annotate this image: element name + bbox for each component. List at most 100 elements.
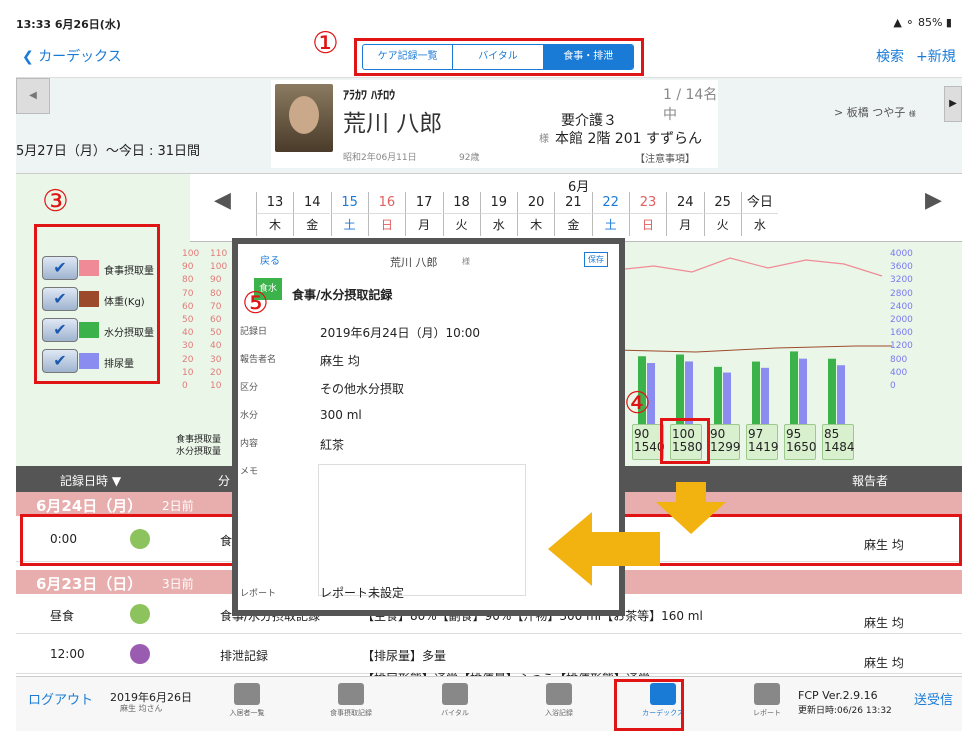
date-weekday: 金 bbox=[293, 214, 330, 236]
legend-item[interactable]: ✔ 食事摂取量 bbox=[42, 256, 162, 282]
date-column[interactable]: 16 日 bbox=[367, 192, 405, 236]
date-column[interactable]: 25 火 bbox=[703, 192, 741, 236]
axis-tick: 60 bbox=[182, 301, 194, 312]
legend-swatch bbox=[79, 291, 99, 307]
legend-swatch bbox=[79, 260, 99, 276]
modal-field: 内容 紅茶 bbox=[240, 438, 345, 452]
list-row-3[interactable]: 12:00 排泄記録 【排尿量】多量 麻生 均 bbox=[16, 634, 962, 674]
updated: 更新日時:06/26 13:32 bbox=[798, 706, 892, 716]
axis-tick: 90 bbox=[182, 262, 194, 273]
urine-bar bbox=[685, 361, 693, 424]
room: 本館 2階 201 すずらん bbox=[555, 131, 702, 147]
legend-swatch bbox=[79, 353, 99, 369]
checkbox-icon[interactable]: ✔ bbox=[42, 256, 78, 280]
patient-dob: 昭和2年06月11日 bbox=[343, 153, 417, 163]
date-day: 15 bbox=[330, 192, 368, 214]
axis-tick: 2400 bbox=[890, 301, 913, 312]
report-value[interactable]: レポート未設定 bbox=[320, 584, 404, 601]
axis-tick: 20 bbox=[210, 367, 222, 378]
prev-patient-button[interactable]: ◀ bbox=[16, 78, 50, 114]
date-column[interactable]: 19 水 bbox=[479, 192, 517, 236]
date-column[interactable]: 20 木 bbox=[517, 192, 555, 236]
legend-item[interactable]: ✔ 水分摂取量 bbox=[42, 318, 162, 344]
date-weekday: 水 bbox=[740, 214, 778, 236]
next-week-button[interactable]: ▶ bbox=[925, 188, 942, 213]
tab-0[interactable]: 入居者一覧 bbox=[212, 683, 282, 718]
date-column[interactable]: 今日水 bbox=[740, 192, 778, 236]
date-column[interactable]: 13 木 bbox=[256, 192, 293, 236]
axis-tick: 40 bbox=[182, 328, 194, 339]
logout-button[interactable]: ログアウト bbox=[28, 689, 93, 708]
status-dot bbox=[130, 644, 150, 664]
checkbox-icon[interactable]: ✔ bbox=[42, 349, 78, 373]
axis-tick: 70 bbox=[210, 301, 222, 312]
value-cell[interactable]: 85 1484 bbox=[822, 424, 855, 460]
axis-tick: 3200 bbox=[890, 275, 913, 286]
legend-label: 体重(Kg) bbox=[104, 297, 145, 308]
status-dot bbox=[130, 604, 150, 624]
col-datetime[interactable]: 記録日時 ▼ bbox=[60, 472, 121, 489]
marker-1: ① bbox=[312, 26, 339, 61]
date-column[interactable]: 17 月 bbox=[405, 192, 443, 236]
date-column[interactable]: 24 月 bbox=[666, 192, 704, 236]
patient-card: ｱﾗｶﾜ ﾊﾁﾛｳ 荒川 八郎 様 昭和2年06月11日 92歳 1 / 14名… bbox=[271, 80, 718, 168]
modal-back-button[interactable]: 戻る bbox=[260, 252, 280, 267]
date-column[interactable]: 23 日 bbox=[629, 192, 666, 236]
arrow-left-icon bbox=[548, 512, 660, 586]
axis-tick: 20 bbox=[182, 354, 194, 365]
legend-item[interactable]: ✔ 体重(Kg) bbox=[42, 287, 162, 313]
legend-item[interactable]: ✔ 排尿量 bbox=[42, 349, 162, 375]
date-column[interactable]: 18 火 bbox=[442, 192, 480, 236]
date-day: 16 bbox=[367, 192, 405, 214]
sync-button[interactable]: 送受信 bbox=[914, 689, 953, 708]
date-weekday: 金 bbox=[554, 214, 591, 236]
memo-field[interactable] bbox=[318, 464, 526, 596]
back-button[interactable]: ❮ カーデックス bbox=[22, 46, 122, 66]
date-day: 17 bbox=[405, 192, 443, 214]
modal-title: 食事/水分摂取記録 bbox=[292, 288, 393, 302]
staff-selector[interactable]: > 板橋 つや子 様 bbox=[834, 104, 916, 120]
new-button[interactable]: +新規 bbox=[916, 46, 956, 66]
tab-2[interactable]: バイタル bbox=[420, 683, 490, 718]
weight-line bbox=[616, 345, 892, 353]
date-column[interactable]: 14 金 bbox=[293, 192, 331, 236]
modal-field: 水分 300 ml bbox=[240, 408, 362, 422]
value-cell[interactable]: 90 1299 bbox=[708, 424, 741, 460]
date-day: 19 bbox=[479, 192, 517, 214]
col-type: 分 bbox=[218, 474, 231, 488]
highlight-box-4 bbox=[660, 418, 710, 464]
tab-icon bbox=[442, 683, 468, 705]
axis-tick: 50 bbox=[182, 315, 194, 326]
axis-tick: 3600 bbox=[890, 262, 913, 273]
modal-patient-name: 荒川 八郎 bbox=[390, 256, 438, 269]
date-day: 25 bbox=[703, 192, 741, 214]
tab-5[interactable]: レポート bbox=[732, 683, 802, 718]
date-day: 22 bbox=[591, 192, 629, 214]
chart-plot bbox=[616, 257, 892, 424]
care-level: 要介護３ bbox=[561, 113, 617, 129]
value-cell[interactable]: 95 1650 bbox=[784, 424, 817, 460]
search-button[interactable]: 検索 bbox=[876, 46, 904, 66]
checkbox-icon[interactable]: ✔ bbox=[42, 318, 78, 342]
date-column[interactable]: 22 土 bbox=[591, 192, 629, 236]
tab-3[interactable]: 入浴記録 bbox=[524, 683, 594, 718]
date-weekday: 土 bbox=[591, 214, 629, 236]
value-cell[interactable]: 97 1419 bbox=[746, 424, 779, 460]
date-column[interactable]: 21 金 bbox=[554, 192, 592, 236]
tab-1[interactable]: 食事摂取記録 bbox=[316, 683, 386, 718]
modal-save-button[interactable]: 保存 bbox=[584, 252, 608, 267]
date-day: 24 bbox=[666, 192, 704, 214]
next-patient-button[interactable]: ▶ bbox=[944, 86, 962, 122]
notes-link[interactable]: 【注意事項】 bbox=[635, 150, 695, 165]
axis-tick: 4000 bbox=[890, 249, 913, 259]
col-reporter: 報告者 bbox=[852, 474, 889, 488]
date-column[interactable]: 15 土 bbox=[330, 192, 368, 236]
axis-tick: 60 bbox=[210, 315, 222, 326]
prev-week-button[interactable]: ◀ bbox=[214, 188, 231, 213]
date-weekday: 日 bbox=[367, 214, 405, 236]
checkbox-icon[interactable]: ✔ bbox=[42, 287, 78, 311]
axis-tick: 30 bbox=[182, 341, 194, 352]
date-weekday: 日 bbox=[629, 214, 666, 236]
legend-label: 水分摂取量 bbox=[104, 328, 154, 339]
water-bar bbox=[676, 354, 684, 424]
